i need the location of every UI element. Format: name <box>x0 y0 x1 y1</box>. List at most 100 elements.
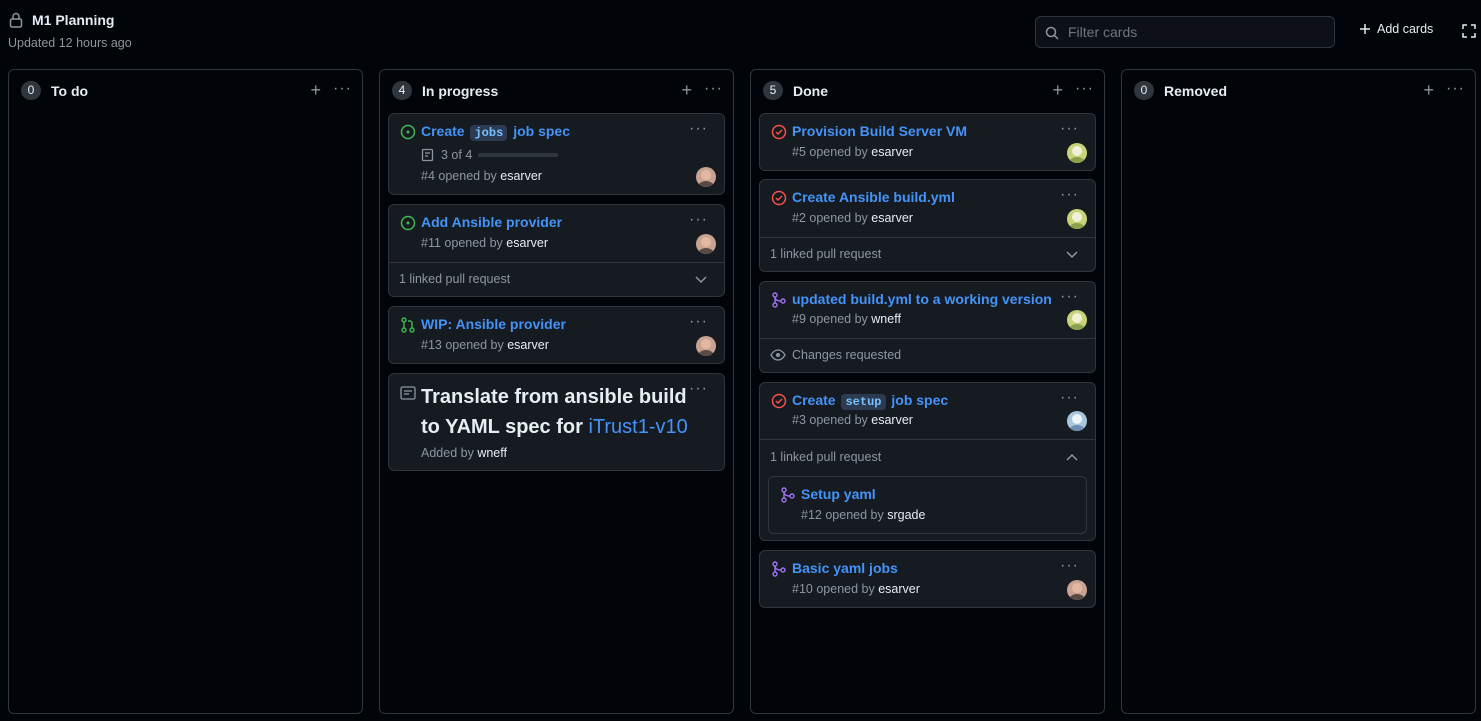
filter-cards-field[interactable] <box>1035 16 1335 48</box>
issue-title-link[interactable]: Create setup job spec <box>792 392 948 410</box>
issue-card[interactable]: Add Ansible provider #11 opened by esarv… <box>388 204 725 297</box>
issue-number: #13 <box>421 338 442 352</box>
opened-by-text: opened by <box>438 169 497 183</box>
issue-meta: #9 opened by wneff <box>792 312 901 326</box>
card-menu-icon[interactable]: ··· <box>1060 389 1079 407</box>
note-body: Translate from ansible build to YAML spe… <box>421 382 701 442</box>
search-icon <box>1045 26 1059 40</box>
title-text: job spec <box>513 123 570 139</box>
linked-pull-request-card[interactable]: Setup yaml #12 opened by srgade <box>768 476 1087 534</box>
card-menu-icon[interactable]: ··· <box>1060 120 1079 138</box>
pull-request-card[interactable]: WIP: Ansible provider #13 opened by esar… <box>388 306 725 364</box>
user-link[interactable]: esarver <box>500 169 542 183</box>
project-header: M1 Planning Updated 12 hours ago Add car… <box>0 0 1481 68</box>
user-link[interactable]: esarver <box>506 236 548 250</box>
avatar[interactable] <box>696 167 716 187</box>
note-meta: Added by wneff <box>421 446 507 460</box>
column-count: 0 <box>21 81 41 100</box>
column-header: 5 Done + ··· <box>751 70 1104 112</box>
issue-card[interactable]: Create jobs job spec 3 of 4 #4 opened by… <box>388 113 725 195</box>
divider <box>760 338 1095 339</box>
issue-number: #4 <box>421 169 435 183</box>
issue-closed-icon <box>771 393 787 409</box>
chevron-down-icon[interactable] <box>695 276 707 284</box>
card-menu-icon[interactable]: ··· <box>1060 288 1079 306</box>
chevron-up-icon[interactable] <box>1066 453 1078 461</box>
card-menu-icon[interactable]: ··· <box>689 120 708 138</box>
opened-by-text: opened by <box>809 312 868 326</box>
pull-request-card[interactable]: Basic yaml jobs #10 opened by esarver ··… <box>759 550 1096 608</box>
lock-icon <box>9 12 23 28</box>
add-card-icon[interactable]: + <box>1052 81 1063 99</box>
column-title: Removed <box>1164 83 1228 99</box>
column-title: To do <box>51 83 89 99</box>
opened-by-text: opened by <box>816 582 875 596</box>
column-menu-icon[interactable]: ··· <box>1075 80 1094 98</box>
user-link[interactable]: esarver <box>871 145 913 159</box>
avatar[interactable] <box>696 336 716 356</box>
avatar[interactable] <box>1067 580 1087 600</box>
pull-request-title-link[interactable]: WIP: Ansible provider <box>421 316 566 332</box>
column-header: 4 In progress + ··· <box>380 70 733 112</box>
add-card-icon[interactable]: + <box>681 81 692 99</box>
column-menu-icon[interactable]: ··· <box>704 80 723 98</box>
add-cards-button[interactable]: Add cards <box>1359 22 1433 36</box>
issue-title-link[interactable]: Create Ansible build.yml <box>792 189 955 205</box>
user-link[interactable]: esarver <box>871 211 913 225</box>
avatar[interactable] <box>1067 310 1087 330</box>
user-link[interactable]: esarver <box>878 582 920 596</box>
pull-request-title-link[interactable]: updated build.yml to a working version <box>792 291 1052 307</box>
column-to-do: 0 To do + ··· <box>8 69 363 714</box>
column-done: 5 Done + ··· Provision Build Server VM #… <box>750 69 1105 714</box>
card-menu-icon[interactable]: ··· <box>1060 557 1079 575</box>
fullscreen-icon[interactable] <box>1462 24 1476 38</box>
user-link[interactable]: wneff <box>871 312 901 326</box>
chevron-down-icon[interactable] <box>1066 251 1078 259</box>
user-link[interactable]: wneff <box>477 446 507 460</box>
issue-title-link[interactable]: Create jobs job spec <box>421 123 570 141</box>
filter-cards-input[interactable] <box>1068 17 1328 47</box>
note-card[interactable]: Translate from ansible build to YAML spe… <box>388 373 725 471</box>
divider <box>760 439 1095 440</box>
issue-closed-icon <box>771 124 787 140</box>
issue-card[interactable]: Create setup job spec #3 opened by esarv… <box>759 382 1096 541</box>
note-icon <box>400 386 416 400</box>
issue-meta: #12 opened by srgade <box>801 508 925 522</box>
issue-card[interactable]: Create Ansible build.yml #2 opened by es… <box>759 179 1096 272</box>
add-card-icon[interactable]: + <box>310 81 321 99</box>
user-link[interactable]: esarver <box>507 338 549 352</box>
issue-title-link[interactable]: Provision Build Server VM <box>792 123 967 139</box>
task-progress: 3 of 4 <box>421 148 559 162</box>
note-link[interactable]: iTrust1-v10 <box>588 416 687 438</box>
eye-icon <box>770 349 786 361</box>
issue-open-icon <box>400 124 416 140</box>
linked-pull-request-toggle[interactable]: 1 linked pull request <box>770 450 881 464</box>
column-menu-icon[interactable]: ··· <box>333 80 352 98</box>
column-title: In progress <box>422 83 499 99</box>
avatar[interactable] <box>1067 411 1087 431</box>
pull-request-card[interactable]: updated build.yml to a working version #… <box>759 281 1096 373</box>
issue-card[interactable]: Provision Build Server VM #5 opened by e… <box>759 113 1096 171</box>
add-card-icon[interactable]: + <box>1423 81 1434 99</box>
avatar[interactable] <box>1067 143 1087 163</box>
user-link[interactable]: srgade <box>887 508 925 522</box>
issue-meta: #10 opened by esarver <box>792 582 920 596</box>
pull-request-title-link[interactable]: Basic yaml jobs <box>792 560 898 576</box>
card-menu-icon[interactable]: ··· <box>689 380 708 398</box>
user-link[interactable]: esarver <box>871 413 913 427</box>
pull-request-title-link[interactable]: Setup yaml <box>801 486 876 502</box>
divider <box>389 262 724 263</box>
card-menu-icon[interactable]: ··· <box>1060 186 1079 204</box>
merged-icon <box>772 561 786 577</box>
card-menu-icon[interactable]: ··· <box>689 211 708 229</box>
linked-pull-request-toggle[interactable]: 1 linked pull request <box>770 247 881 261</box>
issue-title-link[interactable]: Add Ansible provider <box>421 214 562 230</box>
column-menu-icon[interactable]: ··· <box>1446 80 1465 98</box>
card-menu-icon[interactable]: ··· <box>689 313 708 331</box>
avatar[interactable] <box>696 234 716 254</box>
avatar[interactable] <box>1067 209 1087 229</box>
linked-pull-request-toggle[interactable]: 1 linked pull request <box>399 272 510 286</box>
issue-meta: #13 opened by esarver <box>421 338 549 352</box>
column-header: 0 To do + ··· <box>9 70 362 112</box>
opened-by-text: opened by <box>809 145 868 159</box>
